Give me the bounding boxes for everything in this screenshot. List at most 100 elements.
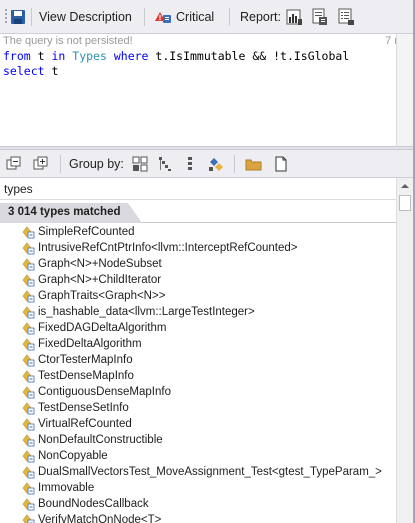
result-type-name: FixedDAGDeltaAlgorithm: [38, 322, 167, 334]
result-type-name: SimpleRefCounted: [38, 226, 135, 238]
type-icon: [21, 497, 35, 511]
result-row[interactable]: VerifyMatchOnNode<T>: [0, 512, 394, 523]
query-line-1: from t in Types where t.IsImmutable && !…: [3, 49, 349, 64]
result-row[interactable]: Graph<N>+ChildIterator: [0, 272, 394, 288]
group-by-label: Group by:: [69, 157, 124, 171]
result-row[interactable]: SimpleRefCounted: [0, 224, 394, 240]
editor-scrollbar[interactable]: [396, 34, 413, 146]
result-type-name: FixedDeltaAlgorithm: [38, 338, 142, 350]
group-by-namespace-button[interactable]: [157, 150, 173, 178]
type-icon: [21, 449, 35, 463]
result-row[interactable]: ContiguousDenseMapInfo: [0, 384, 394, 400]
type-icon: [21, 513, 35, 523]
keyword-in: in: [51, 49, 66, 63]
result-row[interactable]: NonDefaultConstructible: [0, 432, 394, 448]
result-row[interactable]: CtorTesterMapInfo: [0, 352, 394, 368]
toolbar-separator: [60, 155, 61, 173]
result-row[interactable]: TestDenseSetInfo: [0, 400, 394, 416]
code-text: t: [44, 64, 59, 78]
report-label: Report:: [240, 10, 281, 24]
collapse-all-icon: [33, 156, 48, 170]
result-type-name: NonDefaultConstructible: [38, 434, 163, 446]
type-icon: [21, 225, 35, 239]
type-icon: [21, 257, 35, 271]
query-line-2: select t: [3, 64, 58, 79]
expand-all-button[interactable]: [6, 150, 22, 178]
keyword-from: from: [3, 49, 31, 63]
type-icon: [21, 369, 35, 383]
result-row[interactable]: is_hashable_data<llvm::LargeTestInteger>: [0, 304, 394, 320]
group-type-icon: [188, 157, 192, 170]
result-row[interactable]: IntrusiveRefCntPtrInfo<llvm::InterceptRe…: [0, 240, 394, 256]
toolbar-separator: [144, 8, 145, 26]
new-document-button[interactable]: [273, 150, 289, 178]
query-editor[interactable]: from t in Types where t.IsImmutable && !…: [0, 48, 415, 148]
group-assembly-icon: [132, 156, 148, 172]
view-description-label: View Description: [39, 10, 132, 24]
toolbar-separator: [31, 8, 32, 26]
result-row[interactable]: DualSmallVectorsTest_MoveAssignment_Test…: [0, 464, 394, 480]
expand-all-icon: [6, 156, 21, 170]
keyword-where: where: [113, 49, 149, 63]
view-description-button[interactable]: View Description: [39, 0, 132, 34]
report-grid-icon: [338, 8, 354, 25]
type-icon: [21, 321, 35, 335]
result-row[interactable]: GraphTraits<Graph<N>>: [0, 288, 394, 304]
result-row[interactable]: VirtualRefCounted: [0, 416, 394, 432]
results-header: 3 014 types matched: [0, 203, 396, 223]
result-type-name: IntrusiveRefCntPtrInfo<llvm::InterceptRe…: [38, 242, 298, 254]
toolbar-grip: [4, 0, 8, 34]
type-icon: [21, 273, 35, 287]
results-search-bar: [0, 178, 396, 200]
toolbar-separator: [234, 155, 235, 173]
type-icon: [21, 289, 35, 303]
type-icon: [21, 305, 35, 319]
result-type-name: Graph<N>+ChildIterator: [38, 274, 162, 286]
results-search-input[interactable]: [4, 180, 384, 198]
result-row[interactable]: FixedDeltaAlgorithm: [0, 336, 394, 352]
report-document-icon: [312, 8, 327, 25]
result-type-name: NonCopyable: [38, 450, 108, 462]
result-type-name: GraphTraits<Graph<N>>: [38, 290, 166, 302]
save-query-button[interactable]: [10, 0, 26, 34]
scroll-up-button[interactable]: [397, 178, 413, 194]
result-type-name: DualSmallVectorsTest_MoveAssignment_Test…: [38, 466, 382, 478]
type-icon: [21, 401, 35, 415]
result-row[interactable]: FixedDAGDeltaAlgorithm: [0, 320, 394, 336]
results-count-tab[interactable]: 3 014 types matched: [0, 203, 142, 223]
group-method-icon: [209, 158, 223, 171]
results-list: SimpleRefCounted IntrusiveRefCntPtrInfo<l…: [0, 224, 394, 523]
group-by-method-button[interactable]: [207, 150, 225, 178]
type-identifier: Types: [72, 49, 107, 63]
report-chart-button[interactable]: [286, 0, 304, 34]
type-icon: [21, 241, 35, 255]
folder-icon: [245, 159, 262, 171]
report-document-button[interactable]: [311, 0, 329, 34]
group-by-type-button[interactable]: [182, 150, 198, 178]
report-grid-button[interactable]: [338, 0, 356, 34]
critical-button[interactable]: Critical: [154, 0, 214, 34]
chevron-up-icon: [401, 184, 409, 188]
result-row[interactable]: BoundNodesCallback: [0, 496, 394, 512]
report-label-container: Report:: [240, 0, 281, 34]
result-row[interactable]: NonCopyable: [0, 448, 394, 464]
result-type-name: ContiguousDenseMapInfo: [38, 386, 171, 398]
grip-icon: [5, 9, 7, 23]
results-scrollbar[interactable]: [396, 178, 413, 523]
group-by-label-container: Group by:: [69, 150, 124, 178]
type-icon: [21, 433, 35, 447]
result-row[interactable]: TestDenseMapInfo: [0, 368, 394, 384]
scrollbar-thumb[interactable]: [399, 195, 411, 211]
result-row[interactable]: Immovable: [0, 480, 394, 496]
group-by-assembly-button[interactable]: [132, 150, 148, 178]
collapse-all-button[interactable]: [33, 150, 49, 178]
type-icon: [21, 417, 35, 431]
save-icon: [11, 10, 25, 24]
critical-rule-icon: [155, 12, 171, 23]
group-namespace-icon: [159, 157, 171, 171]
type-icon: [21, 337, 35, 351]
type-icon: [21, 353, 35, 367]
open-folder-button[interactable]: [245, 150, 263, 178]
result-row[interactable]: Graph<N>+NodeSubset: [0, 256, 394, 272]
